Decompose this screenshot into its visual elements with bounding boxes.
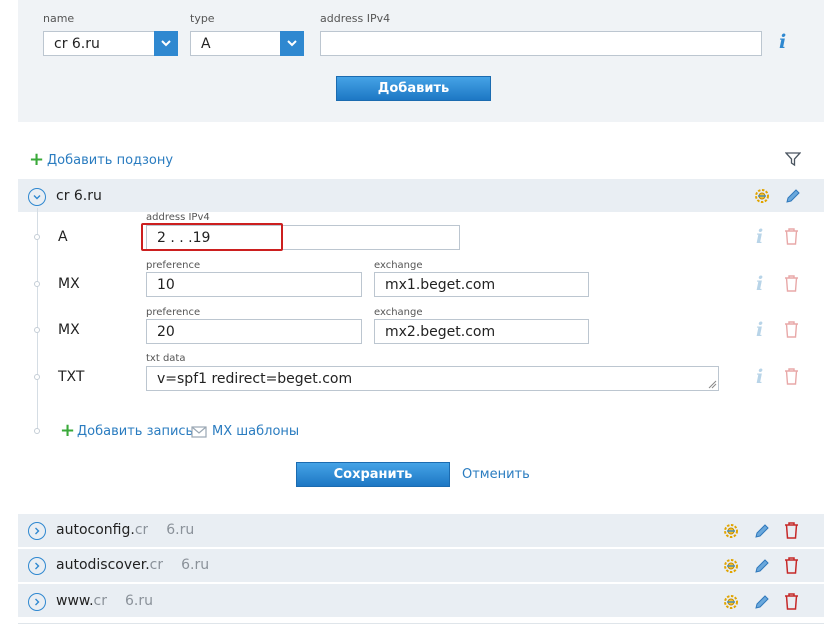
settings-gear-icon[interactable] xyxy=(722,593,740,611)
name-label: name xyxy=(43,12,75,25)
record-type: MX xyxy=(58,322,80,338)
settings-gear-icon[interactable] xyxy=(753,187,771,205)
add-record-link[interactable]: Добавить запись xyxy=(77,424,193,439)
save-button[interactable]: Сохранить xyxy=(296,462,450,487)
add-button[interactable]: Добавить xyxy=(336,76,491,101)
edit-pencil-icon[interactable] xyxy=(753,557,771,575)
tree-node xyxy=(34,374,40,380)
resize-handle-icon[interactable] xyxy=(708,380,717,389)
tree-line xyxy=(37,208,38,432)
record-type: TXT xyxy=(58,369,85,385)
plus-icon[interactable]: + xyxy=(60,422,75,440)
trash-icon[interactable] xyxy=(783,592,800,610)
type-select[interactable]: A xyxy=(190,31,304,56)
type-select-value: A xyxy=(201,36,211,52)
field-label: preference xyxy=(146,307,201,318)
trash-icon[interactable] xyxy=(783,227,800,245)
txt-data-textarea[interactable]: v=spf1 redirect=beget.com xyxy=(146,366,719,391)
tree-node xyxy=(34,281,40,287)
record-type: MX xyxy=(58,276,80,292)
tree-node xyxy=(34,428,40,434)
edit-pencil-icon[interactable] xyxy=(753,522,771,540)
envelope-icon[interactable] xyxy=(191,426,207,438)
chevron-down-icon[interactable] xyxy=(154,31,178,56)
field-label: address IPv4 xyxy=(146,212,210,223)
zone-header[interactable] xyxy=(18,179,824,212)
name-select-value: cr 6.ru xyxy=(54,36,100,52)
name-select[interactable]: cr 6.ru xyxy=(43,31,178,56)
field-label: txt data xyxy=(146,353,186,364)
info-icon[interactable]: i xyxy=(756,366,763,388)
mx-templates-link[interactable]: MX шаблоны xyxy=(212,424,299,439)
chevron-right-icon[interactable] xyxy=(28,522,46,540)
edit-pencil-icon[interactable] xyxy=(753,593,771,611)
address-input[interactable] xyxy=(320,31,762,56)
trash-icon[interactable] xyxy=(783,274,800,292)
info-icon[interactable]: i xyxy=(756,273,763,295)
address-label: address IPv4 xyxy=(320,12,391,25)
subzone-name: www.cr 6.ru xyxy=(56,593,153,609)
trash-icon[interactable] xyxy=(783,320,800,338)
tree-node xyxy=(34,327,40,333)
preference-input[interactable]: 10 xyxy=(146,272,362,297)
field-label: exchange xyxy=(374,260,423,271)
settings-gear-icon[interactable] xyxy=(722,557,740,575)
type-label: type xyxy=(190,12,215,25)
highlight-box xyxy=(141,223,283,251)
field-label: preference xyxy=(146,260,201,271)
info-icon[interactable]: i xyxy=(756,319,763,341)
cancel-link[interactable]: Отменить xyxy=(462,467,530,482)
settings-gear-icon[interactable] xyxy=(722,522,740,540)
trash-icon[interactable] xyxy=(783,521,800,539)
exchange-input[interactable]: mx1.beget.com xyxy=(374,272,589,297)
exchange-input[interactable]: mx2.beget.com xyxy=(374,319,589,344)
filter-icon[interactable] xyxy=(785,151,801,167)
trash-icon[interactable] xyxy=(783,556,800,574)
info-icon[interactable]: i xyxy=(779,31,786,53)
edit-pencil-icon[interactable] xyxy=(784,187,802,205)
field-label: exchange xyxy=(374,307,423,318)
preference-input[interactable]: 20 xyxy=(146,319,362,344)
subzone-name: autodiscover.cr 6.ru xyxy=(56,557,210,573)
chevron-down-icon[interactable] xyxy=(280,31,304,56)
add-record-panel xyxy=(18,0,824,122)
chevron-down-icon[interactable] xyxy=(28,188,46,206)
add-subzone-link[interactable]: Добавить подзону xyxy=(47,153,173,168)
chevron-right-icon[interactable] xyxy=(28,557,46,575)
record-type: A xyxy=(58,229,68,245)
plus-icon[interactable]: + xyxy=(29,151,44,169)
tree-node xyxy=(34,234,40,240)
zone-name: cr 6.ru xyxy=(56,188,102,204)
subzone-name: autoconfig.cr 6.ru xyxy=(56,522,195,538)
divider xyxy=(18,623,824,624)
chevron-right-icon[interactable] xyxy=(28,593,46,611)
trash-icon[interactable] xyxy=(783,367,800,385)
info-icon[interactable]: i xyxy=(756,226,763,248)
